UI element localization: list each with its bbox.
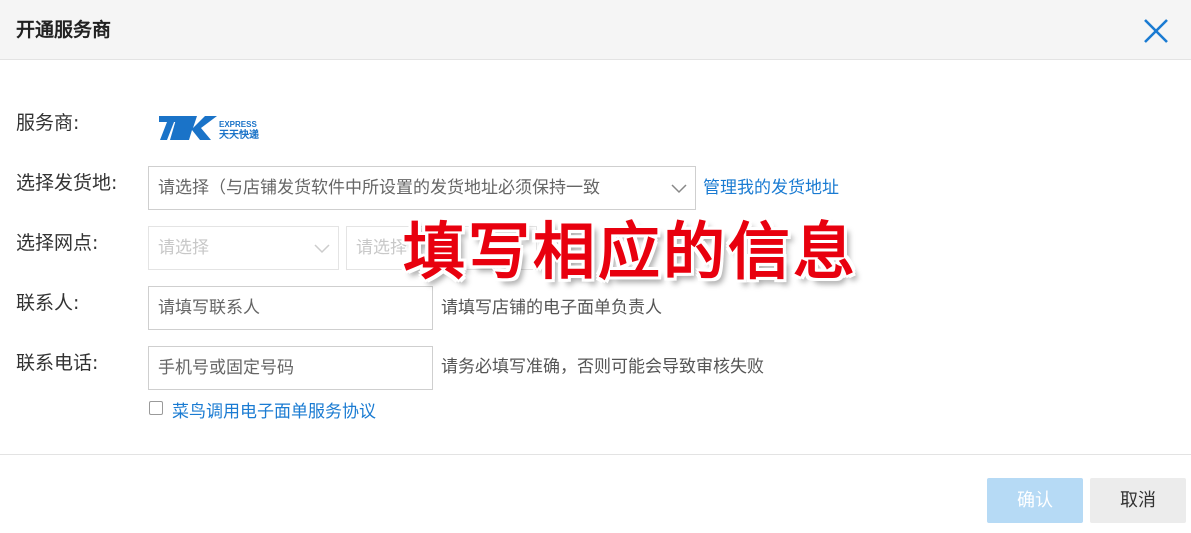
origin-select[interactable]: 请选择（与店铺发货软件中所设置的发货地址必须保持一致 [148, 166, 696, 210]
phone-input[interactable]: 手机号或固定号码 [148, 346, 433, 390]
annotation-overlay-text: 填写相应的信息 [403, 215, 859, 288]
contact-input-placeholder: 请填写联系人 [158, 298, 260, 318]
logo-text-bottom: 天天快递 [219, 128, 259, 141]
footer-divider [0, 454, 1191, 455]
provider-label: 服务商: [16, 112, 80, 134]
dialog-title: 开通服务商 [16, 19, 112, 41]
cancel-button[interactable]: 取消 [1090, 478, 1186, 523]
origin-label: 选择发货地: [16, 172, 118, 194]
open-service-provider-dialog: 开通服务商 服务商: EXPRESS 天天快递 选择发货地: 请选择（与店铺发货… [0, 0, 1191, 533]
phone-hint: 请务必填写准确，否则可能会导致审核失败 [441, 357, 764, 377]
contact-label: 联系人: [16, 292, 80, 314]
manage-address-link[interactable]: 管理我的发货地址 [703, 176, 839, 200]
agreement-checkbox[interactable] [149, 401, 163, 415]
phone-input-placeholder: 手机号或固定号码 [158, 358, 294, 378]
close-icon[interactable] [1141, 16, 1171, 46]
origin-select-value: 请选择（与店铺发货软件中所设置的发货地址必须保持一致 [158, 178, 600, 198]
contact-input[interactable]: 请填写联系人 [148, 286, 433, 330]
phone-label: 联系电话: [16, 352, 99, 374]
chevron-down-icon [314, 244, 330, 254]
confirm-button[interactable]: 确认 [987, 478, 1083, 523]
dialog-header: 开通服务商 [0, 0, 1191, 60]
chevron-down-icon [671, 184, 687, 194]
logo-text-top: EXPRESS [219, 120, 257, 129]
outlet-select-1-value: 请选择 [158, 238, 209, 258]
contact-hint: 请填写店铺的电子面单负责人 [441, 298, 662, 318]
outlet-label: 选择网点: [16, 232, 99, 254]
provider-logo: EXPRESS 天天快递 [158, 114, 274, 142]
outlet-select-2-value: 请选择 [356, 238, 407, 258]
agreement-link[interactable]: 菜鸟调用电子面单服务协议 [172, 400, 376, 424]
outlet-select-1[interactable]: 请选择 [148, 226, 339, 270]
